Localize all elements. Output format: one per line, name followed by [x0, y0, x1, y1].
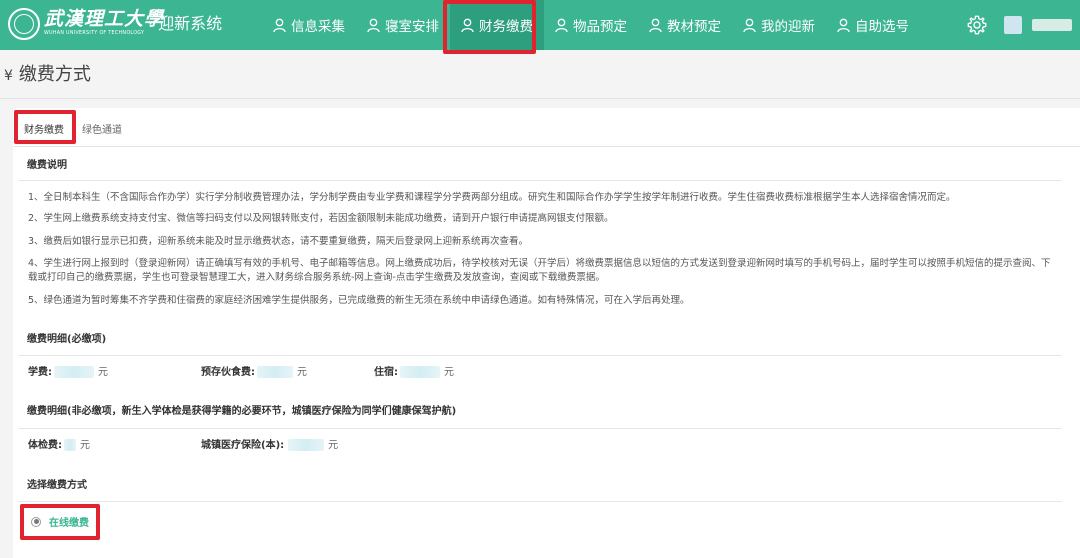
medical-exam-fee-label: 体检费:	[28, 440, 62, 451]
instruction-item: 3、缴费后如银行显示已扣费，迎新系统未能及时显示缴费状态，请不要重复缴费，隔天后…	[28, 236, 529, 247]
nav-item-item-reservation[interactable]: 物品预定	[544, 0, 638, 50]
unit-label: 元	[297, 367, 307, 378]
nav-item-dorm-arrangement[interactable]: 寝室安排	[356, 0, 450, 50]
medical-exam-fee-amount-redacted	[64, 439, 76, 451]
medical-exam-fee-field: 体检费: 元	[28, 439, 90, 453]
meal-deposit-amount-redacted	[257, 366, 293, 378]
divider	[13, 146, 1080, 147]
avatar[interactable]	[1004, 16, 1022, 34]
username-redacted[interactable]	[1032, 19, 1072, 31]
tuition-fee-field: 学费: 元	[28, 366, 108, 380]
tuition-fee-label: 学费:	[28, 367, 52, 378]
user-icon	[649, 18, 662, 32]
logo-chinese-name: 武漢理工大學	[44, 8, 165, 30]
user-icon	[837, 18, 850, 32]
highlight-box-nav	[443, 0, 536, 54]
nav-label: 物品预定	[573, 19, 627, 35]
divider	[0, 98, 1080, 99]
instruction-item: 2、学生网上缴费系统支持支付宝、微信等扫码支付以及网银转账支付，若因金额限制未能…	[28, 213, 614, 224]
nav-label: 自助选号	[855, 19, 909, 35]
instructions-title: 缴费说明	[27, 160, 67, 171]
nav-item-textbook-reservation[interactable]: 教材预定	[638, 0, 732, 50]
yen-icon: ¥	[4, 68, 13, 84]
medical-insurance-amount-redacted	[288, 439, 325, 451]
system-name: · 迎新系统	[148, 14, 223, 33]
tab-green-channel[interactable]: 绿色通道	[82, 124, 122, 138]
unit-label: 元	[80, 440, 90, 451]
nav-item-info-collection[interactable]: 信息采集	[262, 0, 356, 50]
instruction-item: 5、绿色通道为暂时筹集不齐学费和住宿费的家庭经济困难学生提供服务，已完成缴费的新…	[28, 295, 690, 306]
university-logo[interactable]: 武漢理工大學 WUHAN UNIVERSITY OF TECHNOLOGY	[44, 8, 165, 42]
page-title: ¥ 缴费方式	[4, 62, 91, 89]
required-fees-title: 缴费明细(必缴项)	[27, 334, 107, 345]
divider	[18, 428, 1062, 429]
university-emblem-icon	[8, 8, 40, 40]
nav-item-self-number-selection[interactable]: 自助选号	[826, 0, 920, 50]
accommodation-fee-field: 住宿: 元	[374, 366, 454, 380]
user-icon	[555, 18, 568, 32]
payment-method-title: 选择缴费方式	[27, 480, 87, 491]
accommodation-fee-amount-redacted	[400, 366, 440, 378]
optional-fees-title: 缴费明细(非必缴项，新生入学体检是获得学籍的必要环节，城镇医疗保险为同学们健康保…	[27, 406, 457, 417]
unit-label: 元	[444, 367, 454, 378]
user-icon	[273, 18, 286, 32]
instruction-item: 4、学生进行网上报到时（登录迎新网）请正确填写有效的手机号、电子邮箱等信息。网上…	[28, 258, 1051, 283]
nav-item-my-welcome[interactable]: 我的迎新	[732, 0, 826, 50]
divider	[18, 355, 1062, 356]
medical-insurance-label: 城镇医疗保险(本):	[201, 440, 285, 451]
user-icon	[743, 18, 756, 32]
divider	[18, 501, 1062, 502]
meal-deposit-label: 预存伙食费:	[201, 367, 255, 378]
highlight-box-tab	[14, 110, 76, 144]
unit-label: 元	[98, 367, 108, 378]
user-icon	[367, 18, 380, 32]
unit-label: 元	[328, 440, 339, 451]
nav-label: 寝室安排	[385, 19, 439, 35]
top-navigation-bar: 武漢理工大學 WUHAN UNIVERSITY OF TECHNOLOGY · …	[0, 0, 1080, 50]
logo-english-name: WUHAN UNIVERSITY OF TECHNOLOGY	[44, 31, 145, 36]
gear-icon[interactable]	[966, 14, 988, 36]
divider	[18, 180, 1062, 181]
tuition-fee-amount-redacted	[54, 366, 94, 378]
content-panel	[13, 108, 1080, 558]
nav-label: 信息采集	[291, 19, 345, 35]
nav-label: 我的迎新	[761, 19, 815, 35]
page-title-text: 缴费方式	[18, 64, 91, 85]
highlight-box-payment-option	[20, 504, 100, 540]
main-nav: 信息采集 寝室安排 财务缴费 物品预定 教材预定 我的迎新 自助选号	[262, 0, 920, 50]
medical-insurance-field: 城镇医疗保险(本): 元	[201, 439, 338, 453]
instruction-item: 1、全日制本科生（不含国际合作办学）实行学分制收费管理办法，学分制学费由专业学费…	[28, 192, 956, 203]
accommodation-fee-label: 住宿:	[374, 367, 398, 378]
nav-label: 教材预定	[667, 19, 721, 35]
meal-deposit-field: 预存伙食费: 元	[201, 366, 307, 380]
